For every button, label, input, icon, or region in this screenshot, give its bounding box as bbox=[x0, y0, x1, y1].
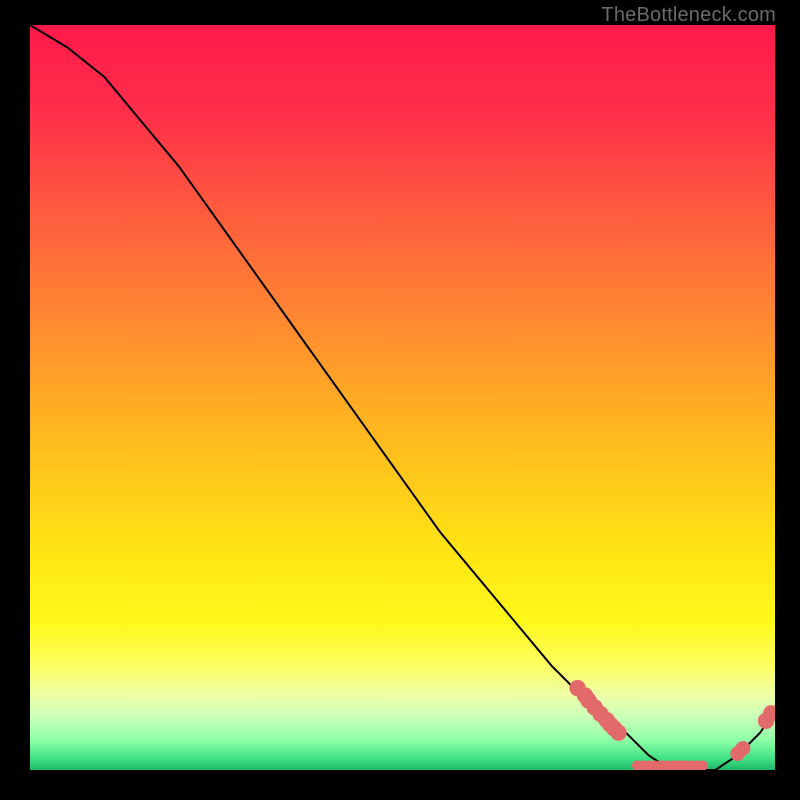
highlight-dots bbox=[569, 680, 775, 770]
watermark-text: TheBottleneck.com bbox=[601, 4, 776, 27]
marker-dot bbox=[736, 741, 751, 756]
marker-dot bbox=[610, 725, 626, 741]
plot-area bbox=[30, 25, 775, 770]
bottleneck-curve bbox=[30, 25, 775, 770]
curve-layer bbox=[30, 25, 775, 770]
chart-stage: TheBottleneck.com bbox=[0, 0, 800, 800]
